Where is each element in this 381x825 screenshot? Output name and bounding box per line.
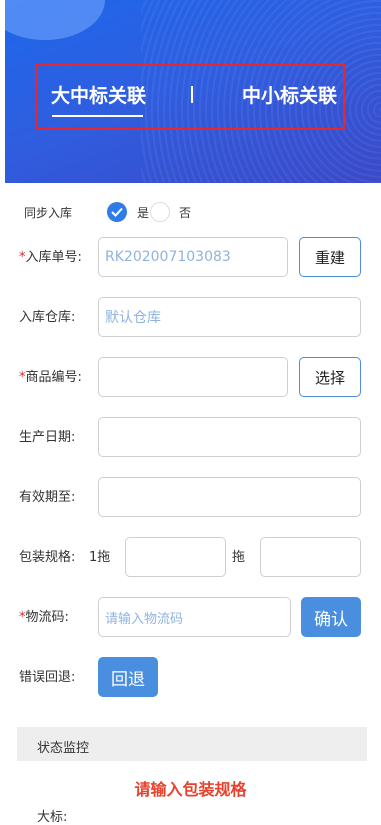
sync-label: 同步入库 bbox=[24, 206, 73, 220]
banner-decoration bbox=[5, 0, 105, 40]
pack-spec-input-2[interactable] bbox=[260, 537, 361, 577]
logistics-label: *物流码: bbox=[19, 610, 69, 625]
status-title: 状态监控 bbox=[37, 741, 90, 756]
production-date-label: 生产日期: bbox=[19, 430, 76, 445]
inbound-no-input[interactable]: RK202007103083 bbox=[98, 237, 288, 277]
pack-spec-prefix: 1拖 bbox=[89, 550, 111, 565]
tab-separator bbox=[191, 86, 193, 103]
status-message: 请输入包装规格 bbox=[134, 780, 247, 799]
product-code-input[interactable] bbox=[98, 357, 288, 397]
product-code-label: *商品编号: bbox=[19, 370, 82, 385]
radio-no[interactable] bbox=[150, 202, 170, 222]
inbound-no-label: *入库单号: bbox=[19, 250, 82, 265]
production-date-input[interactable] bbox=[98, 417, 361, 457]
select-button[interactable]: 选择 bbox=[299, 357, 361, 397]
warehouse-label: 入库仓库: bbox=[19, 310, 76, 325]
radio-yes-label: 是 bbox=[137, 206, 150, 220]
warehouse-input[interactable]: 默认仓库 bbox=[98, 297, 361, 337]
rebuild-button[interactable]: 重建 bbox=[299, 237, 361, 277]
check-icon bbox=[111, 207, 123, 217]
radio-yes[interactable] bbox=[107, 202, 127, 222]
expiry-label: 有效期至: bbox=[19, 490, 76, 505]
tab-large-medium[interactable]: 大中标关联 bbox=[51, 85, 146, 107]
radio-no-label: 否 bbox=[179, 206, 192, 220]
rollback-button[interactable]: 回退 bbox=[98, 657, 158, 697]
pack-spec-input-1[interactable] bbox=[125, 537, 226, 577]
logistics-input[interactable]: 请输入物流码 bbox=[98, 597, 291, 637]
rollback-label: 错误回退: bbox=[19, 670, 76, 685]
pack-spec-suffix: 拖 bbox=[232, 550, 246, 565]
expiry-input[interactable] bbox=[98, 477, 361, 517]
tab-medium-small[interactable]: 中小标关联 bbox=[242, 85, 337, 107]
active-tab-underline bbox=[52, 115, 143, 117]
pack-spec-label: 包装规格: bbox=[19, 550, 76, 565]
confirm-button[interactable]: 确认 bbox=[301, 597, 361, 637]
